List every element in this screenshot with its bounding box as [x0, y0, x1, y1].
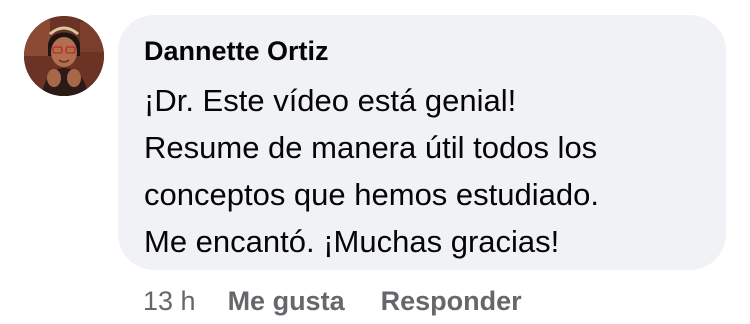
like-button[interactable]: Me gusta: [228, 286, 345, 317]
comment-text: ¡Dr. Este vídeo está genial! Resume de m…: [144, 77, 702, 265]
comment-line: ¡Dr. Este vídeo está genial!: [144, 83, 517, 118]
comment-bubble: Dannette Ortiz ¡Dr. Este vídeo está geni…: [118, 15, 726, 270]
comment-author[interactable]: Dannette Ortiz: [144, 33, 329, 69]
comment: Dannette Ortiz ¡Dr. Este vídeo está geni…: [0, 0, 750, 324]
reply-button[interactable]: Responder: [381, 286, 522, 317]
avatar[interactable]: [24, 16, 104, 96]
comment-line: Resume de manera útil todos los: [144, 130, 598, 165]
comment-line: Me encantó. ¡Muchas gracias!: [144, 224, 560, 259]
profile-photo: [24, 16, 104, 96]
comment-timestamp[interactable]: 13 h: [143, 286, 196, 317]
comment-actions: 13 h Me gusta Responder: [143, 281, 558, 321]
comment-line: conceptos que hemos estudiado.: [144, 177, 599, 212]
